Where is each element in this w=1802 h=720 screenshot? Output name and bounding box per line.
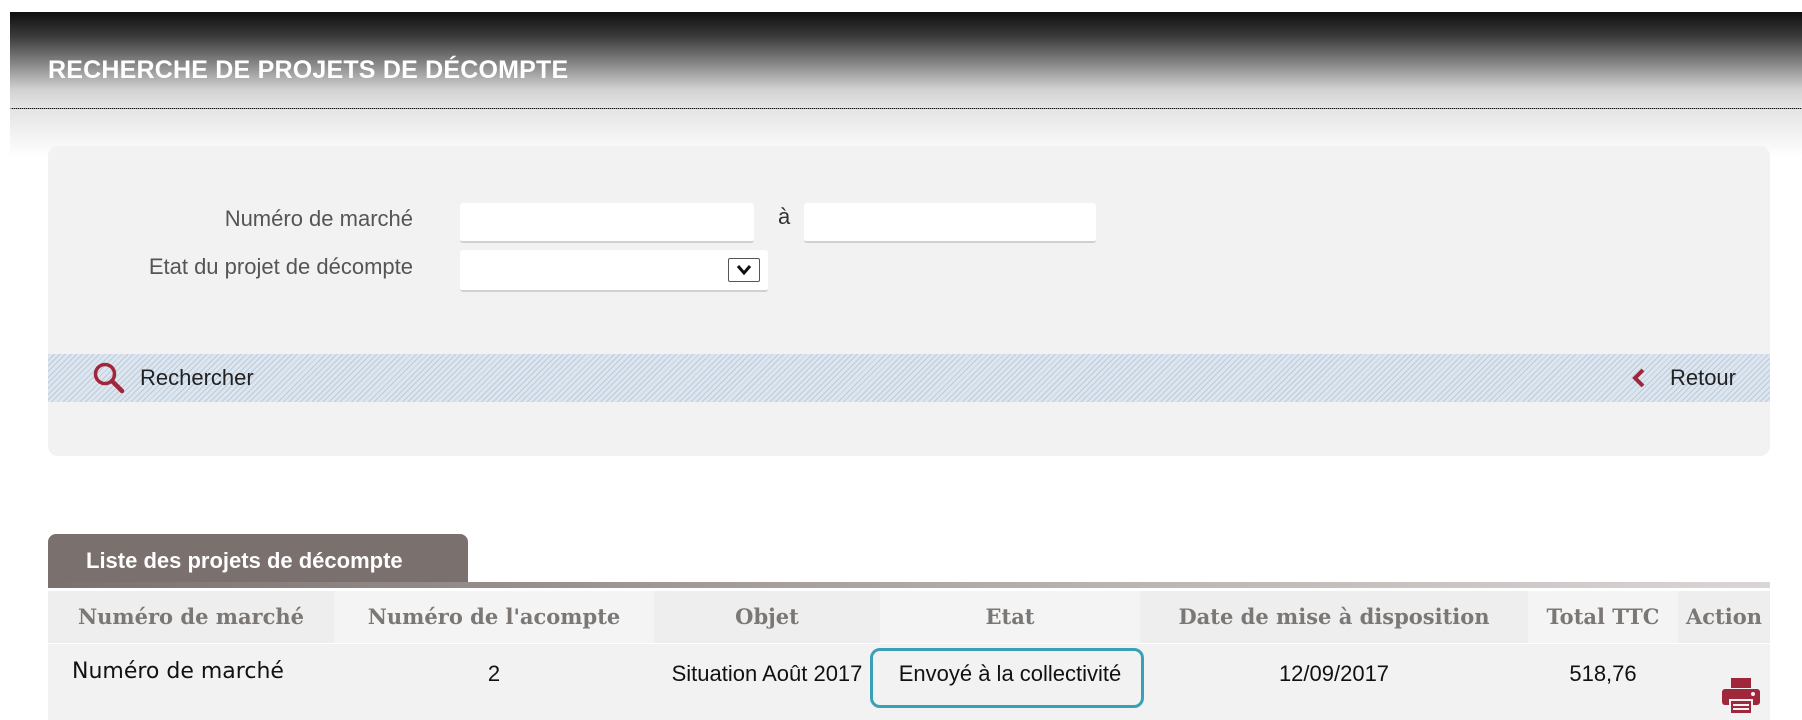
numero-marche-from-input[interactable] bbox=[460, 203, 754, 243]
column-header-objet[interactable]: Objet bbox=[654, 591, 880, 643]
dropdown-button[interactable] bbox=[728, 258, 760, 282]
column-header-total-ttc[interactable]: Total TTC bbox=[1528, 591, 1678, 643]
column-header-numero-acompte[interactable]: Numéro de l'acompte bbox=[334, 591, 654, 643]
action-bar: Rechercher Retour bbox=[48, 354, 1770, 402]
cell-date: 12/09/2017 bbox=[1278, 661, 1390, 686]
table-header: Numéro de marché Numéro de l'acompte Obj… bbox=[48, 591, 1770, 643]
etat-select[interactable] bbox=[460, 250, 768, 292]
numero-marche-label: Numéro de marché bbox=[224, 206, 413, 231]
results-tab[interactable]: Liste des projets de décompte bbox=[48, 534, 468, 584]
etat-label: Etat du projet de décompte bbox=[148, 254, 413, 279]
cell-numero-acompte: 2 bbox=[487, 661, 501, 686]
range-separator: à bbox=[778, 204, 791, 229]
back-button-label: Retour bbox=[1669, 365, 1736, 390]
table-row[interactable]: Numéro de marché 2 Situation Août 2017 E… bbox=[48, 644, 1770, 720]
cell-objet: Situation Août 2017 bbox=[671, 661, 863, 686]
cell-total-ttc: 518,76 bbox=[1569, 661, 1637, 686]
column-header-date[interactable]: Date de mise à disposition bbox=[1140, 591, 1528, 643]
search-button[interactable]: Rechercher bbox=[92, 360, 254, 396]
cell-numero-marche: Numéro de marché bbox=[72, 659, 284, 684]
results-tab-underline bbox=[48, 582, 1770, 588]
column-header-numero-marche[interactable]: Numéro de marché bbox=[48, 591, 334, 643]
results-tab-label: Liste des projets de décompte bbox=[86, 548, 403, 573]
etat-highlight-box bbox=[870, 648, 1144, 708]
search-icon bbox=[93, 362, 125, 394]
column-header-etat[interactable]: Etat bbox=[880, 591, 1140, 643]
page-title: RECHERCHE DE PROJETS DE DÉCOMPTE bbox=[48, 56, 569, 84]
page-header: RECHERCHE DE PROJETS DE DÉCOMPTE bbox=[10, 12, 1802, 109]
column-header-action: Action bbox=[1685, 604, 1763, 629]
page: RECHERCHE DE PROJETS DE DÉCOMPTE Numéro … bbox=[0, 0, 1802, 720]
back-button[interactable]: Retour bbox=[1630, 360, 1736, 396]
chevron-down-icon bbox=[736, 265, 752, 276]
search-panel: Numéro de marché à Etat du projet de déc… bbox=[48, 146, 1770, 456]
print-icon[interactable] bbox=[1720, 676, 1762, 716]
chevron-left-icon bbox=[1632, 368, 1645, 388]
numero-marche-to-input[interactable] bbox=[804, 203, 1096, 243]
search-button-label: Rechercher bbox=[140, 365, 254, 390]
